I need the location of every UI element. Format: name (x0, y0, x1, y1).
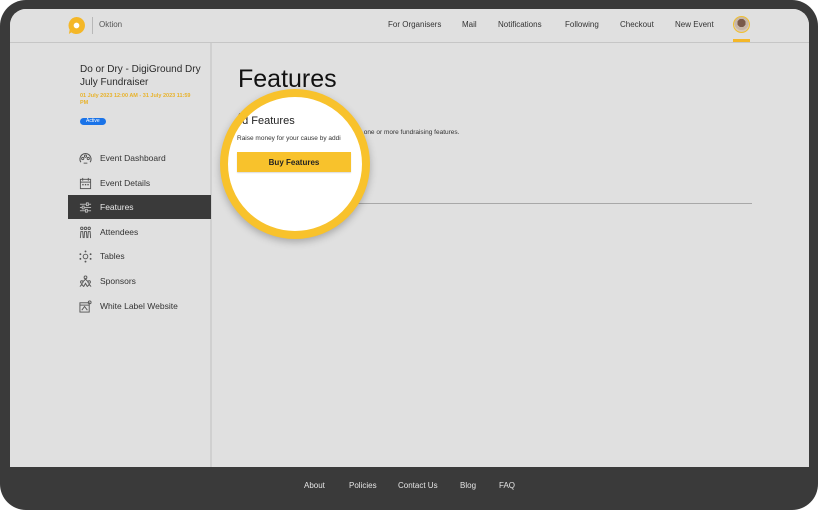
sponsors-icon (78, 274, 92, 288)
top-navigation-bar: Oktion For Organisers Mail Notifications… (10, 9, 809, 43)
nav-notifications[interactable]: Notifications (498, 20, 542, 29)
nav-new-event[interactable]: New Event (675, 20, 714, 29)
magnifier-highlight: dd Features Raise money for your cause b… (220, 89, 370, 239)
nav-checkout[interactable]: Checkout (620, 20, 654, 29)
nav-for-organisers[interactable]: For Organisers (388, 20, 441, 29)
calendar-icon (78, 176, 92, 190)
brand-name[interactable]: Oktion (99, 20, 122, 29)
tables-icon (78, 249, 92, 263)
device-frame: Oktion For Organisers Mail Notifications… (0, 0, 818, 510)
event-title: Do or Dry - DigiGround Dry July Fundrais… (80, 64, 201, 88)
footer-link-contact-us[interactable]: Contact Us (398, 481, 438, 490)
sidebar-item-white-label-website[interactable]: White Label Website (68, 294, 211, 318)
app-screen: Oktion For Organisers Mail Notifications… (10, 9, 809, 467)
section-title-magnified: dd Features (236, 115, 295, 127)
user-avatar-icon[interactable] (733, 16, 750, 33)
description-right: one or more fundraising features. (363, 129, 460, 136)
sidebar-item-label: Event Dashboard (100, 153, 166, 163)
footer: About Policies Contact Us Blog FAQ (0, 467, 818, 510)
dashboard-icon (78, 151, 92, 165)
attendees-icon (78, 225, 92, 239)
sidebar-item-tables[interactable]: Tables (68, 244, 211, 268)
footer-link-faq[interactable]: FAQ (499, 481, 515, 490)
sidebar-item-label: Sponsors (100, 276, 136, 286)
sidebar-item-label: White Label Website (100, 301, 178, 311)
sidebar-item-label: Attendees (100, 227, 139, 237)
sidebar-item-attendees[interactable]: Attendees (68, 220, 211, 244)
sidebar-item-event-dashboard[interactable]: Event Dashboard (68, 146, 211, 170)
status-badge: Active (80, 118, 106, 125)
nav-mail[interactable]: Mail (462, 20, 477, 29)
sidebar-item-label: Features (100, 202, 134, 212)
website-icon (78, 299, 92, 313)
nav-following[interactable]: Following (565, 20, 599, 29)
footer-link-policies[interactable]: Policies (349, 481, 377, 490)
sidebar-item-event-details[interactable]: Event Details (68, 171, 211, 195)
sidebar-item-features[interactable]: Features (68, 195, 211, 219)
sliders-icon (78, 200, 92, 214)
sidebar-item-label: Tables (100, 251, 125, 261)
logo-divider (92, 17, 93, 34)
footer-link-blog[interactable]: Blog (460, 481, 476, 490)
sidebar: Do or Dry - DigiGround Dry July Fundrais… (10, 43, 212, 467)
active-indicator (733, 39, 750, 42)
footer-link-about[interactable]: About (304, 481, 325, 490)
section-description-magnified: Raise money for your cause by addi (237, 135, 341, 142)
oktion-logo-icon[interactable] (67, 16, 86, 35)
sidebar-item-sponsors[interactable]: Sponsors (68, 269, 211, 293)
event-dates: 01 July 2023 12:00 AM - 31 July 2023 11:… (80, 93, 191, 106)
buy-features-button[interactable]: Buy Features (237, 152, 351, 172)
sidebar-item-label: Event Details (100, 178, 151, 188)
